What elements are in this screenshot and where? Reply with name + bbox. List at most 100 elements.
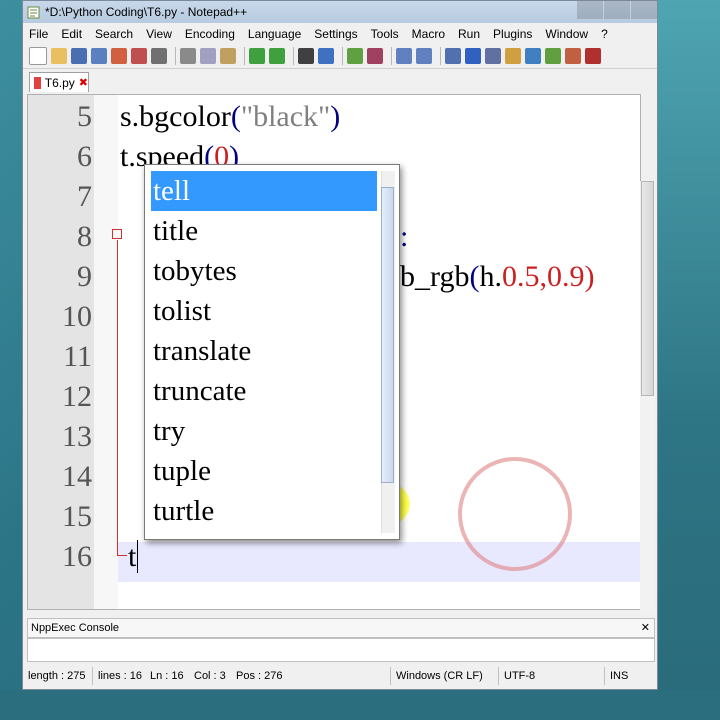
close-file-icon[interactable]: [111, 48, 127, 64]
close-all-icon[interactable]: [131, 48, 147, 64]
find-icon[interactable]: [298, 48, 314, 64]
menu-run[interactable]: Run: [458, 27, 480, 41]
zoom-out-icon[interactable]: [367, 48, 383, 64]
code-token: (: [469, 260, 480, 293]
status-column: Col : 3: [194, 670, 226, 682]
line-number: 5: [77, 100, 92, 133]
autocomplete-item[interactable]: title: [151, 211, 377, 251]
code-token: t: [128, 540, 137, 573]
zoom-in-icon[interactable]: [347, 48, 363, 64]
doc-map-icon[interactable]: [525, 48, 541, 64]
word-wrap-icon[interactable]: [445, 48, 461, 64]
autocomplete-item[interactable]: tobytes: [151, 251, 377, 291]
status-bar: length : 275 lines : 16 Ln : 16 Col : 3 …: [23, 665, 657, 687]
autocomplete-item[interactable]: truncate: [151, 371, 377, 411]
autocomplete-item[interactable]: turtle: [151, 491, 377, 531]
code-token: s.bgcolor: [120, 100, 231, 133]
menu-encoding[interactable]: Encoding: [185, 27, 235, 41]
line-number: 11: [63, 340, 92, 373]
show-all-characters-icon[interactable]: [465, 48, 481, 64]
background-video-bottom: [0, 690, 720, 720]
menu-view[interactable]: View: [146, 27, 172, 41]
toolbar-separator: [440, 47, 441, 65]
menu-window[interactable]: Window: [545, 27, 588, 41]
fold-guide: [117, 240, 118, 555]
autocomplete-item[interactable]: translate: [151, 331, 377, 371]
window-controls: [576, 1, 657, 21]
line-number: 14: [62, 460, 92, 493]
sync-horizontal-icon[interactable]: [416, 48, 432, 64]
fold-collapse-icon[interactable]: [112, 229, 122, 239]
unsaved-file-icon: [34, 76, 41, 89]
autocomplete-scrollbar-thumb[interactable]: [381, 187, 394, 483]
print-icon[interactable]: [151, 48, 167, 64]
tab-t6-py[interactable]: T6.py ✖: [29, 72, 89, 92]
autocomplete-popup: tell title tobytes tolist translate trun…: [144, 164, 400, 540]
save-icon[interactable]: [71, 48, 87, 64]
nppexec-console-output[interactable]: [27, 638, 655, 662]
autocomplete-item-selected[interactable]: tell: [151, 171, 377, 211]
open-file-icon[interactable]: [51, 48, 67, 64]
code-line: b_rgb(h.0.5,0.9): [400, 257, 594, 297]
line-number: 13: [62, 420, 92, 453]
copy-icon[interactable]: [200, 48, 216, 64]
autocomplete-item[interactable]: tolist: [151, 291, 377, 331]
user-language-icon[interactable]: [505, 48, 521, 64]
menu-file[interactable]: File: [29, 27, 48, 41]
editor-scrollbar-thumb[interactable]: [641, 181, 654, 396]
cut-icon[interactable]: [180, 48, 196, 64]
undo-icon[interactable]: [249, 48, 265, 64]
code-line: s.bgcolor("black"): [120, 97, 340, 137]
menu-tools[interactable]: Tools: [371, 27, 399, 41]
autocomplete-item[interactable]: tuple: [151, 451, 377, 491]
folder-workspace-icon[interactable]: [565, 48, 581, 64]
notepadpp-app-icon: [27, 6, 40, 19]
status-position: Pos : 276: [231, 667, 391, 685]
save-all-icon[interactable]: [91, 48, 107, 64]
line-number: 9: [77, 260, 92, 293]
status-line: Ln : 16: [150, 670, 184, 682]
toolbar-separator: [175, 47, 176, 65]
function-list-icon[interactable]: [545, 48, 561, 64]
toolbar-separator: [293, 47, 294, 65]
code-number: 0.5,0.9): [501, 260, 595, 293]
autocomplete-item[interactable]: try: [151, 411, 377, 451]
line-number: 7: [77, 180, 92, 213]
menu-language[interactable]: Language: [248, 27, 301, 41]
menu-settings[interactable]: Settings: [314, 27, 357, 41]
menu-macro[interactable]: Macro: [412, 27, 445, 41]
menu-help[interactable]: ?: [601, 27, 608, 41]
line-number: 10: [62, 300, 92, 333]
indent-guide-icon[interactable]: [485, 48, 501, 64]
title-bar: *D:\Python Coding\T6.py - Notepad++: [23, 1, 657, 23]
nppexec-console-header: NppExec Console ✕: [27, 618, 655, 638]
line-number: 16: [62, 540, 92, 573]
sync-vertical-icon[interactable]: [396, 48, 412, 64]
menu-plugins[interactable]: Plugins: [493, 27, 532, 41]
line-number: 15: [62, 500, 92, 533]
maximize-button[interactable]: [604, 1, 630, 19]
menu-bar: File Edit Search View Encoding Language …: [23, 23, 657, 44]
tab-close-icon[interactable]: ✖: [79, 76, 88, 89]
menu-edit[interactable]: Edit: [61, 27, 82, 41]
code-token: b_rgb: [400, 260, 470, 293]
status-length: length : 275: [23, 667, 93, 685]
line-number: 12: [62, 380, 92, 413]
fold-guide-end: [117, 555, 127, 556]
line-number: 8: [77, 220, 92, 253]
notepadpp-window: *D:\Python Coding\T6.py - Notepad++ File…: [22, 0, 658, 690]
record-macro-icon[interactable]: [585, 48, 601, 64]
console-close-icon[interactable]: ✕: [641, 619, 650, 637]
redo-icon[interactable]: [269, 48, 285, 64]
menu-search[interactable]: Search: [95, 27, 133, 41]
code-line: t: [128, 537, 139, 577]
line-number: 6: [77, 140, 92, 173]
close-window-button[interactable]: [631, 1, 657, 19]
minimize-button[interactable]: [577, 1, 603, 19]
replace-icon[interactable]: [318, 48, 334, 64]
new-file-icon[interactable]: [29, 47, 47, 65]
background-video-right: [655, 0, 720, 720]
paste-icon[interactable]: [220, 48, 236, 64]
tab-bar: T6.py ✖: [23, 69, 657, 93]
toolbar: [23, 44, 657, 69]
